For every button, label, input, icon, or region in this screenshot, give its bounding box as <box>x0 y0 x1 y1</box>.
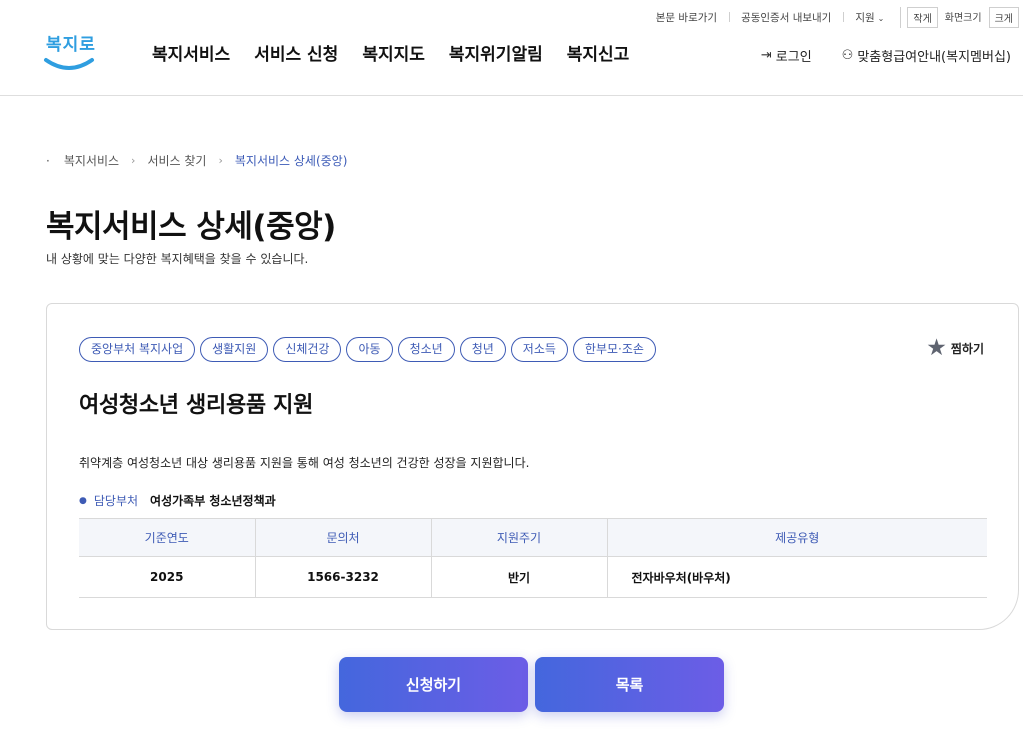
cell-type: 전자바우처(바우처) <box>606 556 987 598</box>
smile-logo-icon <box>44 58 94 70</box>
service-description: 취약계층 여성청소년 대상 생리용품 지원을 통해 여성 청소년의 건강한 성장… <box>79 456 530 470</box>
nav-welfare-map[interactable]: 복지지도 <box>362 40 425 65</box>
user-plus-icon: ⚇ <box>841 48 854 63</box>
star-icon: ★ <box>926 335 947 361</box>
support-menu[interactable]: 지원 ⌄ <box>843 10 896 25</box>
skip-to-content-link[interactable]: 본문 바로가기 <box>644 10 729 25</box>
cell-cycle: 반기 <box>430 556 607 598</box>
chevron-right-icon: › <box>218 154 223 167</box>
action-buttons: 신청하기 목록 <box>339 657 731 712</box>
membership-label: 맞춤형급여안내(복지멤버십) <box>857 50 1011 65</box>
service-title: 여성청소년 생리용품 지원 <box>79 393 314 418</box>
font-size-controls: 작게 화면크기 크게 <box>900 7 1019 28</box>
font-size-label: 화면크기 <box>939 7 987 28</box>
department-value: 여성가족부 청소년정책과 <box>150 494 276 508</box>
header-divider <box>0 95 1023 96</box>
department-label: 담당부처 <box>93 494 139 508</box>
tag-low-income[interactable]: 저소득 <box>510 337 568 362</box>
tag-list: 중앙부처 복지사업 생활지원 신체건강 아동 청소년 청년 저소득 한부모·조손 <box>79 337 661 362</box>
nav-welfare-service[interactable]: 복지서비스 <box>152 40 230 65</box>
cell-contact: 1566-3232 <box>254 556 431 598</box>
department-row: ● 담당부처 여성가족부 청소년정책과 <box>79 492 276 509</box>
page-title: 복지서비스 상세(중앙) <box>46 209 336 245</box>
header-cycle: 지원주기 <box>430 518 607 557</box>
bullet-icon: ● <box>79 495 87 506</box>
tag-physical-health[interactable]: 신체건강 <box>273 337 342 362</box>
breadcrumb: · 복지서비스 › 서비스 찾기 › 복지서비스 상세(중앙) <box>46 152 347 169</box>
login-label: 로그인 <box>775 50 812 65</box>
tag-living-support[interactable]: 생활지원 <box>200 337 269 362</box>
favorite-label: 찜하기 <box>950 342 984 356</box>
apply-button[interactable]: 신청하기 <box>339 657 528 712</box>
breadcrumb-item-welfare[interactable]: 복지서비스 <box>64 152 119 169</box>
nav-welfare-report[interactable]: 복지신고 <box>567 40 630 65</box>
site-logo[interactable]: 복지로 <box>42 28 98 74</box>
header-base-year: 기준연도 <box>79 518 255 557</box>
service-card: 중앙부처 복지사업 생활지원 신체건강 아동 청소년 청년 저소득 한부모·조손… <box>46 303 1019 630</box>
font-small-button[interactable]: 작게 <box>907 7 938 28</box>
table-header-row: 기준연도 문의처 지원주기 제공유형 <box>79 518 987 557</box>
favorite-button[interactable]: ★ 찜하기 <box>926 337 984 360</box>
support-label: 지원 <box>855 12 875 24</box>
table-row: 2025 1566-3232 반기 전자바우처(바우처) <box>79 556 987 598</box>
tag-teen[interactable]: 청소년 <box>397 337 455 362</box>
logo-text: 복지로 <box>46 35 96 55</box>
chevron-right-icon: › <box>131 154 136 167</box>
export-certificate-link[interactable]: 공동인증서 내보내기 <box>729 10 843 25</box>
tag-youth[interactable]: 청년 <box>459 337 506 362</box>
utility-bar: 본문 바로가기 공동인증서 내보내기 지원 ⌄ 작게 화면크기 크게 <box>644 7 1019 28</box>
breadcrumb-item-current: 복지서비스 상세(중앙) <box>234 154 348 168</box>
tag-central-ministry[interactable]: 중앙부처 복지사업 <box>79 337 196 362</box>
tag-child[interactable]: 아동 <box>346 337 393 362</box>
cell-base-year: 2025 <box>79 556 255 598</box>
nav-crisis-alert[interactable]: 복지위기알림 <box>449 40 543 65</box>
tag-single-parent[interactable]: 한부모·조손 <box>572 337 656 362</box>
header-actions: ⇥ 로그인 ⚇ 맞춤형급여안내(복지멤버십) <box>731 46 1011 65</box>
membership-link[interactable]: ⚇ 맞춤형급여안내(복지멤버십) <box>842 46 1011 65</box>
font-large-button[interactable]: 크게 <box>988 7 1019 28</box>
page-subtitle: 내 상황에 맞는 다양한 복지혜택을 찾을 수 있습니다. <box>46 252 309 266</box>
header-type: 제공유형 <box>606 518 987 557</box>
chevron-down-icon: ⌄ <box>877 14 885 23</box>
nav-service-apply[interactable]: 서비스 신청 <box>254 40 338 65</box>
main-nav: 복지서비스 서비스 신청 복지지도 복지위기알림 복지신고 <box>152 40 653 65</box>
header-contact: 문의처 <box>254 518 431 557</box>
login-link[interactable]: ⇥ 로그인 <box>761 46 812 65</box>
list-button[interactable]: 목록 <box>535 657 724 712</box>
home-dot-icon: · <box>46 153 50 168</box>
service-info-table: 기준연도 문의처 지원주기 제공유형 2025 1566-3232 반기 전자바… <box>79 518 987 598</box>
breadcrumb-item-find[interactable]: 서비스 찾기 <box>147 152 206 169</box>
login-icon: ⇥ <box>760 48 772 63</box>
